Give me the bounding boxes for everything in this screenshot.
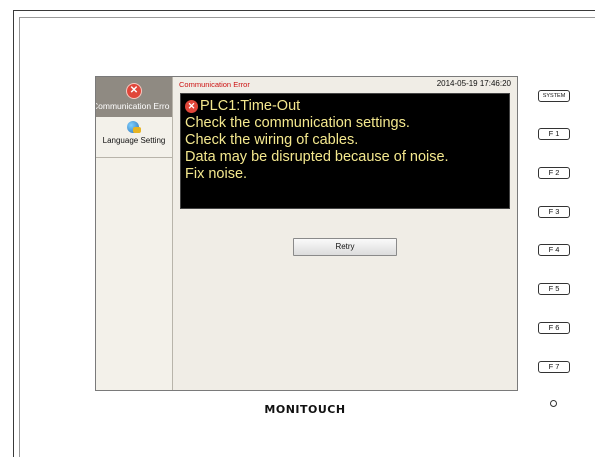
header-bar: Communication Error 2014-05-19 17:46:20 [173,77,517,91]
f4-key[interactable]: F 4 [538,244,570,256]
error-message-box: ✕ PLC1:Time-Out Check the communication s… [180,93,510,209]
f5-key[interactable]: F 5 [538,283,570,295]
f1-key[interactable]: F 1 [538,128,570,140]
f3-key[interactable]: F 3 [538,206,570,218]
message-line: Check the communication settings. [185,115,410,131]
f7-key[interactable]: F 7 [538,361,570,373]
message-line: Fix noise. [185,166,248,182]
hmi-screen: ✕ Communication Erro Language Setting Co… [95,76,518,391]
system-key[interactable]: SYSTEM [538,90,570,102]
message-line: Check the wiring of cables. [185,132,359,148]
f2-key[interactable]: F 2 [538,167,570,179]
f6-key[interactable]: F 6 [538,322,570,334]
page-title: Communication Error [179,80,250,89]
sidebar-item-label: Language Setting [102,136,166,145]
sidebar-item-language-setting[interactable]: Language Setting [96,117,172,158]
brand-logo: MONITOUCH [264,403,346,416]
sidebar: ✕ Communication Erro Language Setting [96,77,173,390]
error-icon: ✕ [185,100,198,113]
sidebar-item-label: Communication Erro [95,101,170,111]
message-line: Data may be disrupted because of noise. [185,149,449,165]
timestamp: 2014-05-19 17:46:20 [436,79,511,88]
retry-button[interactable]: Retry [293,238,397,256]
message-heading: ✕ PLC1:Time-Out [185,98,300,114]
globe-icon [127,121,141,133]
message-line: PLC1:Time-Out [200,98,301,114]
error-icon: ✕ [126,83,142,99]
status-led-icon [550,400,557,407]
sidebar-item-communication-error[interactable]: ✕ Communication Erro [96,77,172,117]
